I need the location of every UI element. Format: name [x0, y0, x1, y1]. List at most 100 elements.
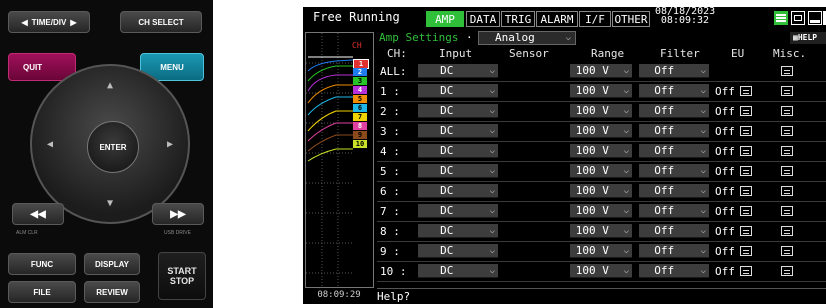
channel-tag: 3 [353, 77, 367, 85]
filter-select[interactable]: Off ⌵ [639, 144, 709, 158]
clock-readout: 08:09:29 [317, 290, 361, 300]
eu-settings-icon[interactable] [740, 246, 752, 256]
enter-button[interactable]: ENTER [87, 121, 139, 173]
range-select[interactable]: 100 V ⌵ [570, 264, 632, 278]
misc-settings-icon[interactable] [781, 146, 793, 156]
eu-settings-icon[interactable] [740, 266, 752, 276]
chevron-down-icon: ⌵ [489, 126, 495, 136]
arrow-left-icon[interactable]: ◀ [47, 139, 53, 150]
tab-data[interactable]: DATA [466, 11, 500, 27]
display-button[interactable]: DISPLAY [84, 253, 140, 275]
range-select[interactable]: 100 V ⌵ [570, 144, 632, 158]
tab-trig[interactable]: TRIG [501, 11, 535, 27]
input-select[interactable]: DC ⌵ [418, 144, 498, 158]
range-select[interactable]: 100 V ⌵ [570, 124, 632, 138]
misc-settings-icon[interactable] [781, 166, 793, 176]
filter-select[interactable]: Off ⌵ [639, 64, 709, 78]
card-icon[interactable] [791, 11, 805, 25]
eu-value: Off [715, 205, 735, 218]
filter-select[interactable]: Off ⌵ [639, 104, 709, 118]
chevron-down-icon: ⌵ [700, 146, 706, 156]
eu-settings-icon[interactable] [740, 86, 752, 96]
eu-settings-icon[interactable] [740, 226, 752, 236]
input-select[interactable]: DC ⌵ [418, 64, 498, 78]
input-select-value: DC [440, 264, 454, 277]
eu-settings-icon[interactable] [740, 106, 752, 116]
input-select[interactable]: DC ⌵ [418, 184, 498, 198]
filter-select[interactable]: Off ⌵ [639, 264, 709, 278]
filter-select[interactable]: Off ⌵ [639, 164, 709, 178]
eu-settings-icon[interactable] [740, 146, 752, 156]
func-button[interactable]: FUNC [8, 253, 76, 275]
misc-settings-icon[interactable] [781, 226, 793, 236]
help-text: Help? [377, 290, 411, 303]
misc-settings-icon[interactable] [781, 126, 793, 136]
eu-settings-icon[interactable] [740, 126, 752, 136]
range-select[interactable]: 100 V ⌵ [570, 164, 632, 178]
input-select[interactable]: DC ⌵ [418, 164, 498, 178]
misc-settings-icon[interactable] [781, 206, 793, 216]
tab-if[interactable]: I/F [579, 11, 611, 27]
input-select[interactable]: DC ⌵ [418, 84, 498, 98]
row-channel: 10 : [380, 265, 407, 278]
file-button[interactable]: FILE [8, 281, 76, 303]
filter-select[interactable]: Off ⌵ [639, 184, 709, 198]
tab-other[interactable]: OTHER [612, 11, 650, 27]
tab-amp[interactable]: AMP [426, 11, 464, 27]
input-select[interactable]: DC ⌵ [418, 204, 498, 218]
start-stop-button[interactable]: START STOP [158, 252, 206, 300]
input-select[interactable]: DC ⌵ [418, 244, 498, 258]
misc-settings-icon[interactable] [781, 86, 793, 96]
range-select[interactable]: 100 V ⌵ [570, 244, 632, 258]
filter-select[interactable]: Off ⌵ [639, 224, 709, 238]
col-filter: Filter [660, 47, 700, 60]
arrow-down-icon[interactable]: ▼ [107, 198, 113, 209]
forward-button[interactable]: ▶▶ [152, 203, 204, 225]
eu-settings-icon[interactable] [740, 206, 752, 216]
range-select[interactable]: 100 V ⌵ [570, 104, 632, 118]
filter-select-value: Off [654, 124, 675, 137]
input-select[interactable]: DC ⌵ [418, 224, 498, 238]
eu-settings-icon[interactable] [740, 166, 752, 176]
chevron-down-icon: ⌵ [489, 106, 495, 116]
amp-settings-label: Amp Settings [379, 31, 459, 44]
ch-select-button[interactable]: CH SELECT [120, 11, 202, 33]
misc-settings-icon[interactable] [781, 106, 793, 116]
help-button[interactable]: ▦HELP [790, 32, 826, 44]
row-channel: 5 : [380, 165, 400, 178]
range-select[interactable]: 100 V ⌵ [570, 64, 632, 78]
input-select[interactable]: DC ⌵ [418, 124, 498, 138]
misc-settings-icon[interactable] [781, 66, 793, 76]
monitor-icon[interactable] [808, 11, 822, 25]
arrow-right-icon[interactable]: ▶ [167, 139, 173, 150]
time-div-button[interactable]: ◀ TIME/DIV ▶ [8, 11, 90, 33]
amp-type-select[interactable]: Analog ⌵ [478, 31, 576, 45]
range-select[interactable]: 100 V ⌵ [570, 224, 632, 238]
filter-select[interactable]: Off ⌵ [639, 84, 709, 98]
range-select[interactable]: 100 V ⌵ [570, 84, 632, 98]
row-divider [377, 241, 826, 242]
eu-value: Off [715, 165, 735, 178]
filter-select[interactable]: Off ⌵ [639, 124, 709, 138]
review-button[interactable]: REVIEW [84, 281, 140, 303]
misc-settings-icon[interactable] [781, 186, 793, 196]
list-view-icon[interactable] [774, 11, 788, 25]
range-select[interactable]: 100 V ⌵ [570, 184, 632, 198]
tab-alarm[interactable]: ALARM [536, 11, 578, 27]
rewind-button[interactable]: ◀◀ [12, 203, 64, 225]
range-select[interactable]: 100 V ⌵ [570, 204, 632, 218]
input-select[interactable]: DC ⌵ [418, 264, 498, 278]
channel-tag: 4 [353, 86, 367, 94]
chevron-down-icon: ⌵ [623, 126, 629, 136]
eu-settings-icon[interactable] [740, 186, 752, 196]
arrow-up-icon[interactable]: ▲ [107, 80, 113, 91]
filter-select[interactable]: Off ⌵ [639, 204, 709, 218]
range-select-value: 100 V [575, 104, 609, 117]
chevron-down-icon: ⌵ [700, 166, 706, 176]
misc-settings-icon[interactable] [781, 246, 793, 256]
filter-select-value: Off [654, 104, 675, 117]
misc-settings-icon[interactable] [781, 266, 793, 276]
filter-select[interactable]: Off ⌵ [639, 244, 709, 258]
range-select-value: 100 V [575, 84, 609, 97]
input-select[interactable]: DC ⌵ [418, 104, 498, 118]
